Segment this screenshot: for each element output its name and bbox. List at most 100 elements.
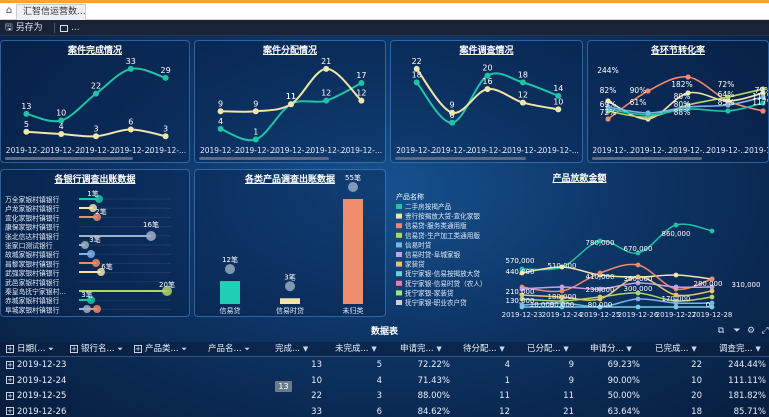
chart-product-type: 12笔信易贷3笔信易时贷55笔未归类 — [220, 173, 364, 315]
legend-swatch — [396, 204, 402, 209]
data-point — [673, 272, 679, 278]
expand-icon[interactable]: + — [134, 344, 142, 353]
home-icon[interactable]: ⌂ — [3, 5, 15, 17]
x-tick-label: 2019-12-27 — [656, 311, 697, 317]
sort-icon[interactable]: ▼ — [563, 345, 568, 353]
cell-text: 2019-12-25 — [17, 391, 67, 401]
data-label: 72% — [718, 80, 735, 89]
legend-swatch — [396, 252, 402, 257]
window-icon — [60, 24, 68, 32]
data-label: 33 — [126, 57, 136, 66]
data-point — [323, 65, 330, 72]
save-as-button[interactable]: 🖫 另存为 — [5, 21, 43, 35]
data-point — [449, 119, 456, 126]
data-point — [217, 108, 224, 115]
filter-icon[interactable]: ⏷ — [244, 345, 250, 353]
expand-icon[interactable]: + — [6, 407, 14, 415]
data-point — [413, 79, 420, 86]
header-product-name[interactable]: 产品名... ⏷ — [208, 342, 260, 357]
data-label: 72% — [600, 108, 617, 117]
sort-icon[interactable]: ▼ — [371, 345, 376, 353]
table-cell: 1 — [504, 375, 510, 386]
data-label: 5 — [24, 120, 29, 129]
legend-item: 抚宁家银-信易按揭放大贷 — [405, 269, 480, 278]
expand-icon[interactable]: + — [6, 344, 14, 353]
header-complete[interactable]: 完成... ▼ — [275, 342, 325, 357]
header-date[interactable]: + 日期(... ⏷ — [6, 342, 68, 357]
filter-icon[interactable]: ⏷ — [48, 345, 54, 353]
header-label: 调查完... — [719, 344, 753, 354]
data-label: 9 — [450, 101, 455, 110]
y-tick-label: 秦皇岛抚宁家银村... — [5, 287, 66, 296]
data-point — [285, 281, 295, 292]
panel-title: 案件调查情况 — [459, 46, 514, 56]
sort-icon[interactable]: ▼ — [755, 345, 760, 353]
chart-product-amount: 产品名称二手房按揭产品壹行按揭放大贷-宣化家银信易贷-服务类通用版信易贷-生产加… — [396, 192, 760, 319]
more-button[interactable]: ... — [60, 21, 80, 35]
sort-icon[interactable]: ▼ — [436, 345, 441, 353]
expand-icon[interactable]: + — [6, 376, 14, 384]
panel-conversion: 各环节转化率 244%90%182%72%79%82%69%80%80%64%1… — [587, 40, 769, 163]
sort-icon[interactable]: ▼ — [499, 345, 504, 353]
filter-icon[interactable]: ⏷ — [732, 326, 742, 336]
legend-swatch — [396, 261, 402, 267]
panel-product-type: 各类产品调查出账数据 12笔 信易贷 3笔 信易时贷 55笔 未归类 — [194, 169, 386, 317]
legend-swatch — [396, 223, 402, 229]
y-tick-label: 康保家银村镇银行 — [5, 223, 60, 232]
filter-icon[interactable]: ⏷ — [181, 345, 187, 353]
fullscreen-icon[interactable]: ⤢ — [760, 326, 769, 336]
export-icon[interactable]: ⧉ — [716, 326, 726, 336]
header-incomplete[interactable]: 未完成... ▼ — [335, 342, 385, 357]
scrollbar — [5, 157, 133, 160]
sort-icon[interactable]: ▼ — [303, 345, 308, 353]
sort-icon[interactable]: ▼ — [626, 345, 631, 353]
table-cell: 4 — [504, 360, 510, 370]
y-tick-label: 故城家银村镇银行 — [5, 250, 60, 259]
header-assigned[interactable]: 已分配... ▼ — [527, 342, 577, 357]
header-product-type[interactable]: + 产品类... ⏷ — [134, 342, 196, 357]
data-label: 182% — [671, 80, 692, 89]
table-row[interactable]: +2019-12-23 13 5 72.22% 4 9 69.23% 22 244.44% — [0, 358, 769, 373]
data-label: 9 — [253, 99, 258, 108]
filter-icon[interactable]: ⏷ — [117, 345, 123, 353]
cell-text: 2019-12-24 — [17, 375, 67, 386]
legend-item: 信易贷-生产加工类通用版 — [405, 231, 480, 240]
cell-text: 2019-12-23 — [17, 360, 67, 370]
header-pending[interactable]: 待分配... ▼ — [463, 342, 518, 357]
scrollbar — [592, 157, 702, 160]
sort-icon[interactable]: ▼ — [691, 345, 696, 353]
chart-bank-survey: 万全家银村镇银行卢龙家银村镇银行宣化家银村镇银行康保家银村镇银行张北信达村镇银行… — [5, 189, 175, 314]
table-row[interactable]: +2019-12-24 10 4 71.43% 1 9 90.00% 10 111.11% — [0, 374, 769, 389]
chart-case-survey: 1862018142291612102019-12-...2019-12-...… — [395, 57, 579, 160]
expand-icon[interactable]: + — [6, 360, 14, 369]
legend-item: 抚宁家银-信易时贷（农人） — [405, 279, 487, 288]
data-point — [673, 222, 679, 228]
data-point — [92, 259, 100, 267]
data-point — [358, 80, 365, 87]
legend-swatch — [396, 232, 402, 238]
bar — [343, 199, 363, 304]
table-cell: 63.64% — [607, 406, 640, 417]
cell-date: +2019-12-23 — [6, 358, 68, 373]
header-apply-assign[interactable]: 申请分... ▼ — [590, 342, 645, 357]
x-tick-label: 2019-12-28 — [692, 311, 733, 317]
legend-item: 壹行按揭放大贷-宣化家银 — [405, 212, 480, 221]
data-label: 82% — [600, 86, 617, 95]
expand-icon[interactable]: + — [70, 344, 78, 353]
data-label: 11 — [286, 92, 296, 101]
header-bank[interactable]: + 银行名... ⏷ — [70, 342, 132, 357]
data-point — [162, 74, 169, 81]
header-label: 申请完... — [400, 344, 434, 354]
header-apply-done[interactable]: 申请完... ▼ — [400, 342, 455, 357]
tooltip-badge: 13 — [275, 381, 292, 392]
table-row[interactable]: +2019-12-26 33 6 84.62% 12 21 63.64% 18 85.71% — [0, 405, 769, 417]
tab-dashboard[interactable]: 汇智信运营数... — [16, 4, 86, 20]
data-label: 6 — [128, 118, 133, 127]
header-completed[interactable]: 已完成... ▼ — [655, 342, 710, 357]
table-row[interactable]: +2019-12-25 22 3 88.00% 11 11 50.00% 20 181.82% — [0, 389, 769, 404]
header-survey-done[interactable]: 调查完... ▼ — [719, 342, 769, 357]
expand-icon[interactable]: + — [6, 391, 14, 400]
data-label: 244% — [597, 66, 618, 75]
settings-icon[interactable]: ⚙ — [746, 326, 756, 336]
cell-date: +2019-12-25 — [6, 389, 68, 404]
